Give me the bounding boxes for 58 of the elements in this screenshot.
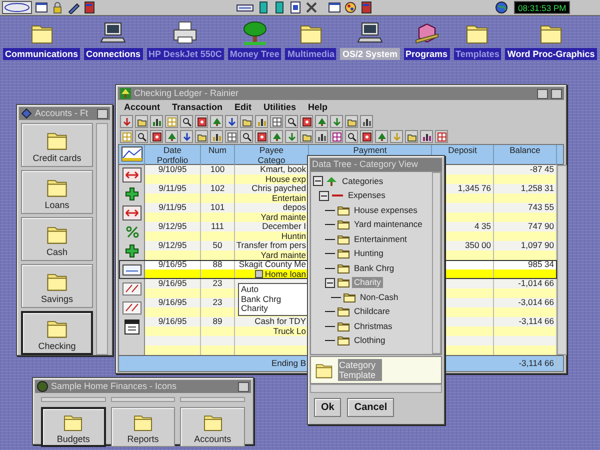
- date-cell: 9/16/95: [158, 298, 187, 308]
- balance-cell: -1,014 66: [518, 279, 554, 288]
- num-cell: 101: [210, 203, 225, 212]
- ending-balance: -3,114 66: [518, 358, 554, 368]
- category-cell: Entertain: [272, 194, 306, 203]
- balance-cell: 985 34: [528, 260, 554, 270]
- category-cell: Huntin: [281, 232, 306, 241]
- category-cell: Truck Lo: [273, 326, 306, 336]
- deposit-cell: 1,345 76: [458, 184, 491, 194]
- num-cell: 100: [210, 165, 225, 174]
- payee-cell: Chris payched: [252, 184, 306, 194]
- balance-cell: 1,258 31: [520, 184, 554, 194]
- num-cell: 89: [212, 317, 222, 326]
- category-cell: Yard mainte: [260, 250, 306, 260]
- window-title: Data Tree - Category View: [312, 158, 419, 171]
- category-cell: Yard mainte: [260, 212, 306, 222]
- payee-cell: Skagit County Me: [238, 260, 306, 270]
- payee-cell: Kmart, book: [260, 165, 306, 174]
- balance-cell: 743 55: [528, 203, 554, 212]
- column-header: Portfolio: [156, 156, 188, 165]
- num-cell: 88: [212, 260, 222, 270]
- balance-cell: 747 90: [528, 222, 554, 232]
- column-header: Payment: [353, 146, 387, 156]
- date-cell: 9/11/95: [158, 184, 186, 194]
- payee-cell: Transfer from pers: [236, 241, 306, 250]
- balance-cell: -87 45: [530, 165, 554, 174]
- deposit-cell: 4 35: [474, 222, 491, 232]
- clock: 08:31:53 PM: [514, 1, 570, 14]
- date-cell: 9/16/95: [158, 279, 187, 288]
- date-cell: 9/10/95: [158, 165, 187, 174]
- ending-label: Ending B: [272, 358, 306, 368]
- num-cell: 111: [211, 222, 224, 232]
- window-title: Checking Ledger - Rainier: [134, 87, 240, 100]
- window-title: Accounts - Ft: [35, 107, 90, 120]
- balance-cell: -3,014 66: [518, 298, 554, 308]
- window-title: Sample Home Finances - Icons: [51, 380, 178, 393]
- column-header: Balance: [510, 146, 540, 156]
- num-cell: 23: [212, 298, 222, 308]
- payee-cell: December I: [262, 222, 306, 232]
- category-cell: House exp: [265, 174, 306, 184]
- date-cell: 9/12/95: [158, 241, 187, 250]
- date-cell: 9/16/95: [158, 317, 187, 326]
- date-cell: 9/11/95: [158, 203, 186, 212]
- balance-cell: -3,114 66: [518, 317, 554, 326]
- column-header: Num: [208, 146, 226, 156]
- balance-cell: 1,097 90: [520, 241, 554, 250]
- column-header: Deposit: [448, 146, 477, 156]
- num-cell: 23: [212, 279, 222, 288]
- date-cell: 9/16/95: [158, 260, 187, 270]
- num-cell: 102: [210, 184, 225, 194]
- column-header: Catego: [258, 156, 286, 165]
- payee-cell: depos: [282, 203, 306, 212]
- date-cell: 9/12/95: [158, 222, 187, 232]
- deposit-cell: 350 00: [465, 241, 491, 250]
- payee-cell: Cash for TDY: [254, 317, 306, 326]
- column-header: Payee: [259, 146, 284, 156]
- column-header: Date: [164, 146, 182, 156]
- num-cell: 50: [212, 241, 222, 250]
